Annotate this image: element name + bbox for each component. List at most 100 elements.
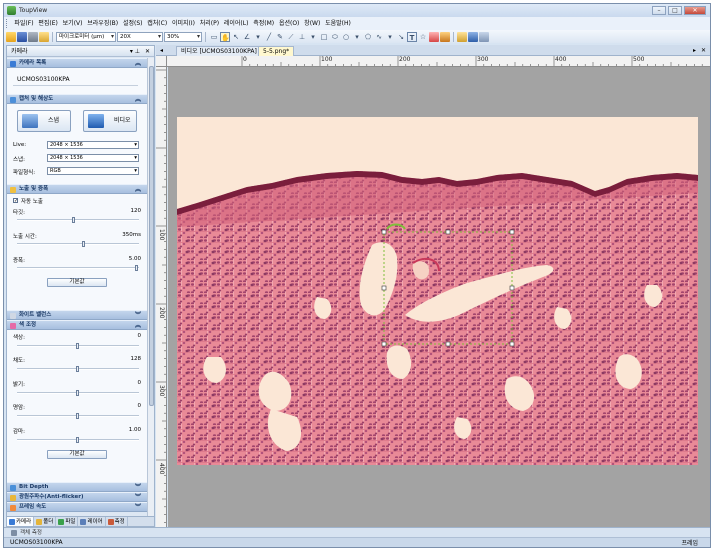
objective-select[interactable]: 20X	[117, 31, 163, 42]
menu-capture[interactable]: 캡처(C)	[145, 17, 170, 30]
slider-thumb[interactable]	[135, 265, 138, 271]
menu-layer[interactable]: 레이어(L)	[221, 17, 250, 30]
dropdown-arrow-icon[interactable]: ▾	[385, 32, 395, 42]
menu-edit[interactable]: 편집(E)	[36, 17, 60, 30]
tab-scroll-right-icon[interactable]: ▸	[693, 45, 696, 56]
video-button[interactable]: 비디오	[83, 110, 137, 132]
pan-hand-icon[interactable]: ✋	[220, 31, 230, 42]
gain-slider[interactable]	[17, 265, 139, 271]
saturation-slider[interactable]	[17, 366, 139, 372]
exposure-time-slider[interactable]	[17, 241, 139, 247]
tab-video[interactable]: 비디오 [UCMOS03100KPA]	[176, 46, 262, 56]
minimize-button[interactable]: –	[652, 6, 666, 15]
zoom-select[interactable]: 30%	[164, 31, 202, 42]
menu-grip-icon[interactable]	[6, 19, 9, 28]
collapse-chevron-icon[interactable]: ︽	[135, 185, 141, 194]
text-icon[interactable]: T	[407, 31, 417, 42]
align-icon[interactable]	[468, 31, 478, 42]
menu-help[interactable]: 도움말(H)	[323, 17, 354, 30]
expand-chevron-icon[interactable]: ︾	[135, 493, 141, 502]
slider-thumb[interactable]	[76, 366, 79, 372]
expand-chevron-icon[interactable]: ︾	[135, 483, 141, 492]
camera-list-item[interactable]: UCMOS03100KPA	[13, 74, 138, 86]
circle-icon[interactable]: ○	[341, 32, 351, 42]
slider-thumb[interactable]	[76, 343, 79, 349]
tab-scroll-left-icon[interactable]: ◂	[160, 45, 163, 56]
curve-icon[interactable]: ∿	[374, 32, 384, 42]
section-frame-rate[interactable]: 프레임 속도 ︾	[7, 502, 147, 512]
tab-measure[interactable]: 측정	[106, 517, 128, 526]
micrograph-image[interactable]	[177, 117, 698, 465]
image-canvas[interactable]	[168, 67, 710, 527]
star-icon[interactable]: ☆	[418, 32, 428, 42]
ellipse-icon[interactable]: ⬭	[330, 32, 340, 42]
section-white-balance[interactable]: 화이트 밸런스 ︾	[7, 310, 147, 320]
collapse-chevron-icon[interactable]: ︽	[135, 59, 141, 68]
expand-chevron-icon[interactable]: ︾	[135, 311, 141, 320]
panel-scrollbar[interactable]	[147, 58, 154, 516]
maximize-button[interactable]: □	[668, 6, 682, 15]
angle-icon[interactable]: ∠	[242, 32, 252, 42]
gamma-slider[interactable]	[17, 437, 139, 443]
tab-image-5-5[interactable]: 5-5.png*	[258, 46, 295, 56]
live-resolution-select[interactable]: 2048 × 1536	[47, 141, 139, 149]
section-anti-flicker[interactable]: 광원주파수(Anti-flicker) ︾	[7, 492, 147, 502]
polygon-icon[interactable]: ⬠	[363, 32, 373, 42]
calibrate-icon[interactable]	[440, 31, 450, 42]
expand-chevron-icon[interactable]: ︾	[135, 503, 141, 512]
tab-camera[interactable]: 카메라	[7, 517, 35, 526]
menu-window[interactable]: 창(W)	[302, 17, 323, 30]
color-default-button[interactable]: 기본값	[47, 450, 107, 459]
menu-view[interactable]: 보기(V)	[60, 17, 85, 30]
rectangle-icon[interactable]: □	[319, 32, 329, 42]
hue-slider[interactable]	[17, 343, 139, 349]
pin-icon[interactable]: ▾ ⊥	[130, 46, 140, 57]
close-icon[interactable]: ✕	[145, 46, 150, 57]
print-icon[interactable]	[28, 31, 38, 42]
snap-button[interactable]: 스냅	[17, 110, 71, 132]
arrow-icon[interactable]: ↘	[396, 32, 406, 42]
slider-thumb[interactable]	[76, 390, 79, 396]
menu-measure[interactable]: 측정(M)	[251, 17, 277, 30]
unit-select[interactable]: 마이크로미터 (μm)	[56, 31, 116, 42]
section-exposure[interactable]: 노출 및 증폭 ︽	[7, 184, 147, 194]
export-icon[interactable]	[457, 31, 467, 42]
dropdown-arrow-icon[interactable]: ▾	[253, 32, 263, 42]
section-camera-list[interactable]: 카메라 목록 ︽	[7, 58, 147, 68]
line-icon[interactable]: ╱	[264, 32, 274, 42]
perpendicular-icon[interactable]: ⊥	[297, 32, 307, 42]
menu-file[interactable]: 파일(F)	[12, 17, 36, 30]
file-format-select[interactable]: RGB	[47, 167, 139, 175]
target-slider[interactable]	[17, 217, 139, 223]
menu-process[interactable]: 처리(P)	[197, 17, 221, 30]
tab-folder[interactable]: 폴더	[34, 517, 57, 526]
menu-browse[interactable]: 브라우징(B)	[85, 17, 121, 30]
pen-icon[interactable]: ✎	[275, 32, 285, 42]
collapse-chevron-icon[interactable]: ︽	[135, 95, 141, 104]
slider-thumb[interactable]	[81, 241, 85, 247]
select-rect-icon[interactable]: ▭	[209, 32, 219, 42]
menu-image[interactable]: 이미지(I)	[170, 17, 198, 30]
snap-resolution-select[interactable]: 2048 × 1536	[47, 154, 139, 162]
section-bit-depth[interactable]: Bit Depth ︾	[7, 482, 147, 492]
ruler-line-icon[interactable]: ⟋	[286, 32, 296, 42]
pointer-icon[interactable]: ↖	[231, 32, 241, 42]
dropdown-arrow-icon[interactable]: ▾	[308, 32, 318, 42]
slider-thumb[interactable]	[72, 217, 76, 223]
new-file-icon[interactable]	[6, 31, 16, 42]
exposure-default-button[interactable]: 기본값	[47, 278, 107, 287]
color-picker-icon[interactable]	[429, 31, 439, 42]
save-icon[interactable]	[17, 31, 27, 42]
tab-layer[interactable]: 레이어	[78, 517, 106, 526]
slider-thumb[interactable]	[76, 413, 79, 419]
scrollbar-thumb[interactable]	[149, 66, 154, 406]
open-folder-icon[interactable]	[39, 31, 49, 42]
dropdown-arrow-icon[interactable]: ▾	[352, 32, 362, 42]
collapse-chevron-icon[interactable]: ︽	[135, 321, 141, 330]
menu-options[interactable]: 옵션(O)	[277, 17, 302, 30]
slider-thumb[interactable]	[76, 437, 79, 443]
menu-settings[interactable]: 설정(S)	[121, 17, 145, 30]
grid-icon[interactable]	[479, 31, 489, 42]
auto-exposure-checkbox[interactable]: ✓	[13, 198, 18, 204]
section-capture[interactable]: 캡처 및 해상도 ︽	[7, 94, 147, 104]
